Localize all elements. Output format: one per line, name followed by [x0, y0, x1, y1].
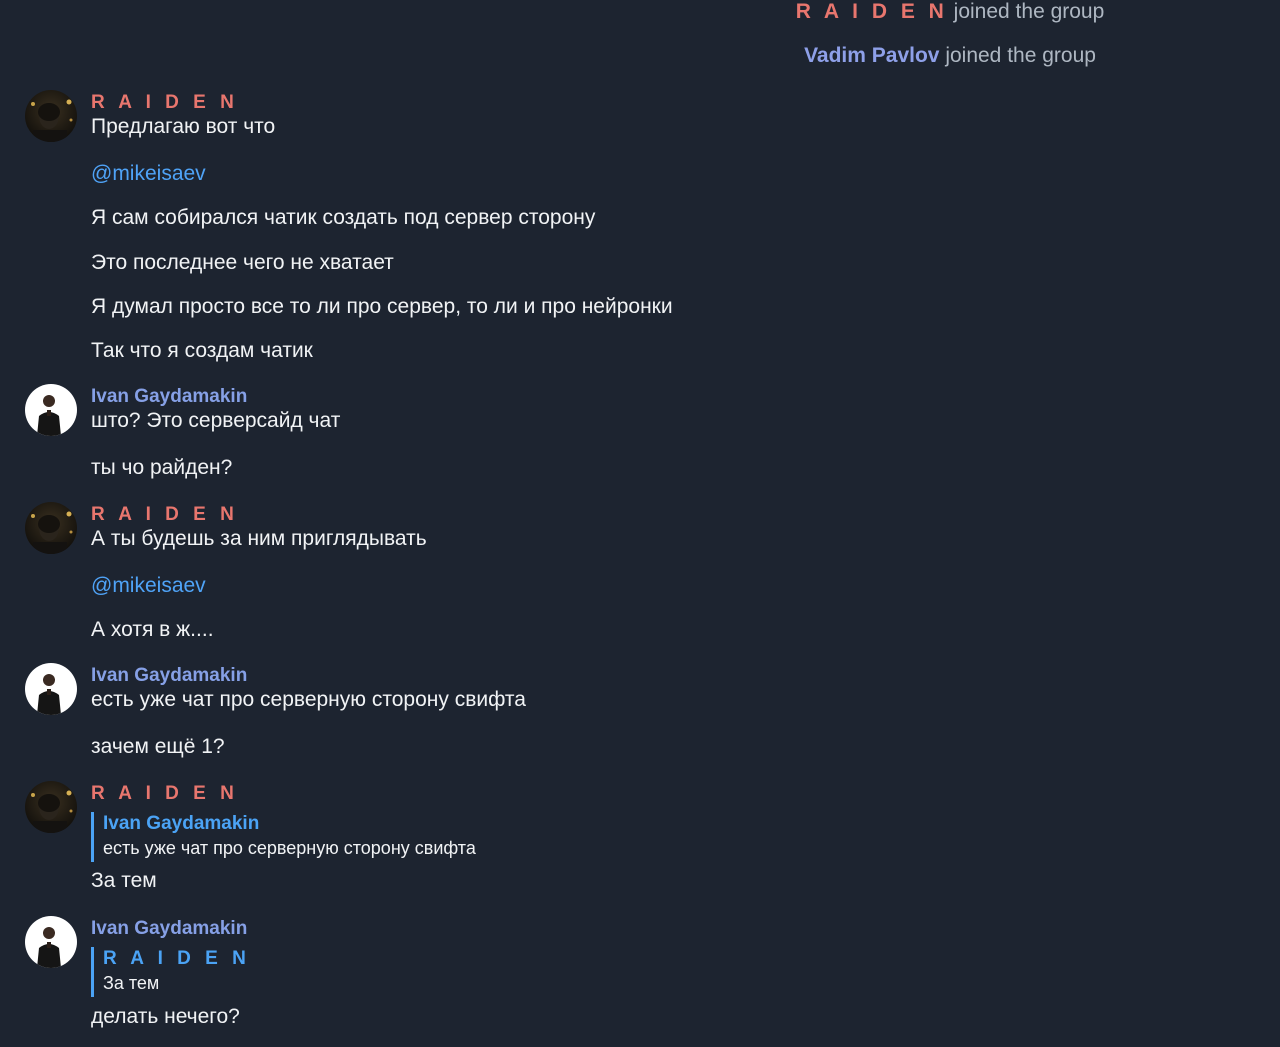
message-text: зачем ещё 1? [91, 735, 225, 758]
avatar[interactable] [25, 663, 77, 715]
message-text: А хотя в ж.... [91, 618, 214, 641]
reply-quote[interactable]: Ivan Gaydamakin есть уже чат про серверн… [91, 812, 476, 862]
sender-name[interactable]: Ivan Gaydamakin [91, 385, 247, 409]
mention-link[interactable]: @mikeisaev [91, 160, 206, 188]
sender-name[interactable]: Ivan Gaydamakin [91, 664, 247, 688]
message-text: ты чо райден? [91, 456, 233, 479]
service-message-raiden-joined: R A I D E N joined the group [700, 0, 1200, 24]
service-action-text: joined the group [945, 44, 1096, 67]
service-user-name[interactable]: R A I D E N [796, 0, 948, 23]
message-text: А ты будешь за ним приглядывать [91, 527, 427, 550]
service-user-name[interactable]: Vadim Pavlov [804, 44, 939, 67]
message-text: Я думал просто все то ли про сервер, то … [91, 295, 673, 318]
message-text: есть уже чат про серверную сторону свифт… [91, 688, 526, 711]
message-text: Я сам собирался чатик создать под сервер… [91, 206, 596, 229]
message-text: делать нечего? [91, 1005, 240, 1028]
sender-name[interactable]: R A I D E N [91, 91, 238, 115]
service-action-text: joined the group [953, 0, 1105, 23]
avatar[interactable] [25, 90, 77, 142]
message-text: Предлагаю вот что [91, 115, 276, 138]
reply-author: R A I D E N [103, 948, 251, 969]
mention-link[interactable]: @mikeisaev [91, 572, 206, 600]
service-message-vadim-joined: Vadim Pavlov joined the group [700, 44, 1200, 68]
avatar[interactable] [25, 781, 77, 833]
message-text: Так что я создам чатик [91, 339, 313, 362]
reply-text: есть уже чат про серверную сторону свифт… [103, 838, 476, 858]
avatar[interactable] [25, 384, 77, 436]
avatar[interactable] [25, 916, 77, 968]
reply-text: За тем [103, 973, 160, 993]
reply-author: Ivan Gaydamakin [103, 813, 260, 834]
sender-name[interactable]: R A I D E N [91, 782, 238, 806]
sender-name[interactable]: Ivan Gaydamakin [91, 917, 247, 941]
message-text: што? Это серверсайд чат [91, 409, 341, 432]
sender-name[interactable]: R A I D E N [91, 503, 238, 527]
reply-quote[interactable]: R A I D E N За тем [91, 947, 250, 997]
avatar[interactable] [25, 502, 77, 554]
message-text: Это последнее чего не хватает [91, 251, 394, 274]
message-text: За тем [91, 869, 157, 892]
